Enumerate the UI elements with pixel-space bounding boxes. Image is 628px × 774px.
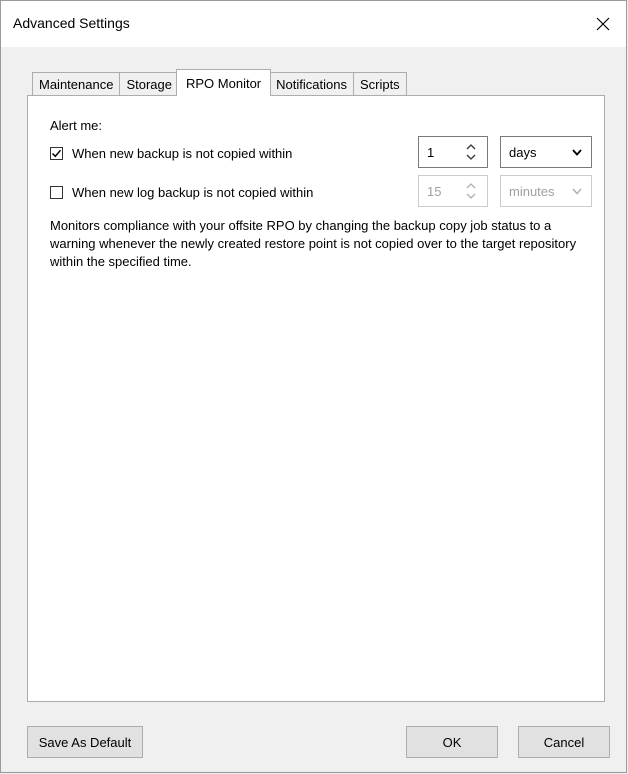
backup-alert-unit-select[interactable]: days [500,136,592,168]
chevron-down-icon [572,149,582,156]
backup-alert-unit: days [509,145,537,160]
tab-strip: Maintenance Storage RPO Monitor Notifica… [32,69,407,96]
backup-alert-value: 1 [427,145,435,160]
tab-notifications[interactable]: Notifications [269,72,354,96]
tab-maintenance[interactable]: Maintenance [32,72,121,96]
log-alert-value-stepper[interactable]: 15 [418,175,488,207]
backup-alert-checkbox[interactable] [50,146,63,160]
log-alert-row: When new log backup is not copied within [50,180,313,204]
chevron-down-icon [572,188,582,195]
checkmark-icon [51,149,62,157]
up-down-arrows-icon[interactable] [465,141,477,163]
tab-storage[interactable]: Storage [119,72,179,96]
log-alert-unit: minutes [509,184,555,199]
cancel-button[interactable]: Cancel [518,726,610,758]
backup-alert-value-stepper[interactable]: 1 [418,136,488,168]
up-down-arrows-icon[interactable] [465,180,477,202]
backup-alert-row: When new backup is not copied within [50,141,292,165]
save-as-default-button[interactable]: Save As Default [27,726,143,758]
tab-rpo-monitor[interactable]: RPO Monitor [176,69,272,96]
log-alert-value: 15 [427,184,442,199]
title-bar: Advanced Settings [1,1,626,47]
backup-alert-label: When new backup is not copied within [72,145,293,161]
dialog-title: Advanced Settings [13,15,130,31]
rpo-monitor-panel: Alert me: When new backup is not copied … [27,95,605,702]
ok-button[interactable]: OK [406,726,498,758]
close-icon [596,17,610,31]
alert-me-label: Alert me: [50,118,103,133]
close-button[interactable] [580,1,626,47]
log-alert-unit-select[interactable]: minutes [500,175,592,207]
tab-scripts[interactable]: Scripts [352,72,407,96]
log-alert-checkbox[interactable] [50,185,63,199]
log-alert-label: When new log backup is not copied within [72,184,314,200]
advanced-settings-dialog: Advanced Settings Maintenance Storage RP… [0,0,627,773]
rpo-description: Monitors compliance with your offsite RP… [50,218,577,269]
